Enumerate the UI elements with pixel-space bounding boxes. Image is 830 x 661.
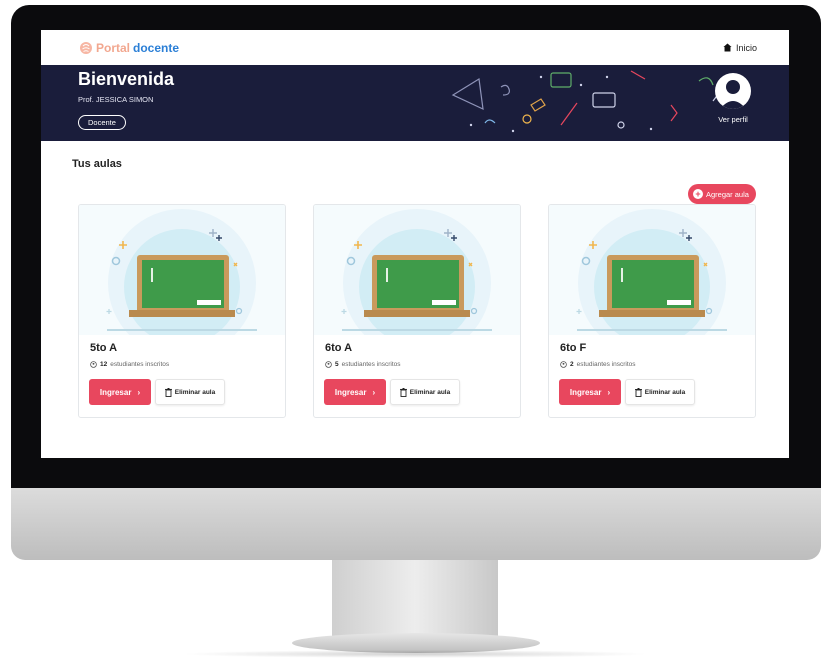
monitor-chin <box>11 488 821 560</box>
enter-classroom-button[interactable]: Ingresar › <box>324 379 386 405</box>
brand-word-docente: docente <box>133 40 180 55</box>
user-silhouette-icon <box>720 80 746 109</box>
classroom-illustration <box>549 205 755 335</box>
chalkboard-icon <box>106 209 257 335</box>
brand-logo[interactable]: Portal docente <box>79 41 179 55</box>
classroom-name: 5to A <box>90 342 118 354</box>
brain-icon <box>80 41 92 54</box>
users-icon <box>325 361 332 368</box>
student-count-label: estudiantes inscritos <box>341 361 401 368</box>
enter-classroom-label: Ingresar <box>569 387 602 397</box>
student-count-label: estudiantes inscritos <box>576 361 636 368</box>
home-link-label: Inicio <box>735 42 757 53</box>
classroom-card: 6to F 2 estudiantes inscritos Ingresar ›… <box>548 204 756 418</box>
chalkboard-icon <box>341 209 492 335</box>
floor-shadow <box>180 650 650 658</box>
teacher-name: Prof. JESSICA SIMON <box>78 95 154 104</box>
classroom-illustration <box>79 205 285 335</box>
enter-classroom-label: Ingresar <box>99 387 132 397</box>
enter-classroom-button[interactable]: Ingresar › <box>559 379 621 405</box>
view-profile-link[interactable]: Ver perfil <box>713 115 753 124</box>
student-count-number: 5 <box>335 361 339 368</box>
chevron-right-icon: › <box>607 387 611 397</box>
school-doodles-decoration <box>451 70 726 133</box>
remove-classroom-button[interactable]: Eliminar aula <box>390 379 460 405</box>
welcome-banner: Bienvenida Prof. JESSICA SIMON Docente V… <box>41 65 789 141</box>
remove-classroom-label: Eliminar aula <box>174 388 216 396</box>
add-classroom-button[interactable]: + Agregar aula <box>688 184 756 204</box>
enter-classroom-button[interactable]: Ingresar › <box>89 379 151 405</box>
remove-classroom-button[interactable]: Eliminar aula <box>155 379 225 405</box>
section-title: Tus aulas <box>72 158 122 170</box>
user-avatar-icon[interactable] <box>715 73 751 109</box>
top-bar: Portal docente Inicio <box>41 30 789 65</box>
monitor-stand-neck <box>332 560 498 638</box>
classroom-name: 6to F <box>560 342 587 354</box>
classroom-card: 6to A 5 estudiantes inscritos Ingresar ›… <box>313 204 521 418</box>
remove-classroom-button[interactable]: Eliminar aula <box>625 379 695 405</box>
classroom-card: 5to A 12 estudiantes inscritos Ingresar … <box>78 204 286 418</box>
home-icon <box>723 43 732 52</box>
brand-word-portal: Portal <box>96 40 131 55</box>
plus-icon: + <box>693 189 703 199</box>
student-count: 5 estudiantes inscritos <box>325 361 401 368</box>
remove-classroom-label: Eliminar aula <box>409 388 451 396</box>
enter-classroom-label: Ingresar <box>334 387 367 397</box>
users-icon <box>560 361 567 368</box>
classroom-name: 6to A <box>325 342 353 354</box>
welcome-title: Bienvenida <box>78 69 175 89</box>
chalkboard-icon <box>576 209 727 335</box>
add-classroom-label: Agregar aula <box>706 189 749 199</box>
profile-area[interactable]: Ver perfil <box>713 73 753 124</box>
chevron-right-icon: › <box>372 387 376 397</box>
app-screen: Portal docente Inicio Bienvenida Prof. J… <box>41 30 789 458</box>
student-count: 12 estudiantes inscritos <box>90 361 169 368</box>
role-badge: Docente <box>78 115 126 130</box>
chevron-right-icon: › <box>137 387 141 397</box>
student-count-number: 12 <box>100 361 108 368</box>
classroom-illustration <box>314 205 520 335</box>
trash-icon <box>634 387 642 397</box>
home-link[interactable]: Inicio <box>723 43 757 53</box>
remove-classroom-label: Eliminar aula <box>644 388 686 396</box>
student-count-number: 2 <box>570 361 574 368</box>
trash-icon <box>164 387 172 397</box>
student-count: 2 estudiantes inscritos <box>560 361 636 368</box>
users-icon <box>90 361 97 368</box>
trash-icon <box>399 387 407 397</box>
student-count-label: estudiantes inscritos <box>110 361 170 368</box>
